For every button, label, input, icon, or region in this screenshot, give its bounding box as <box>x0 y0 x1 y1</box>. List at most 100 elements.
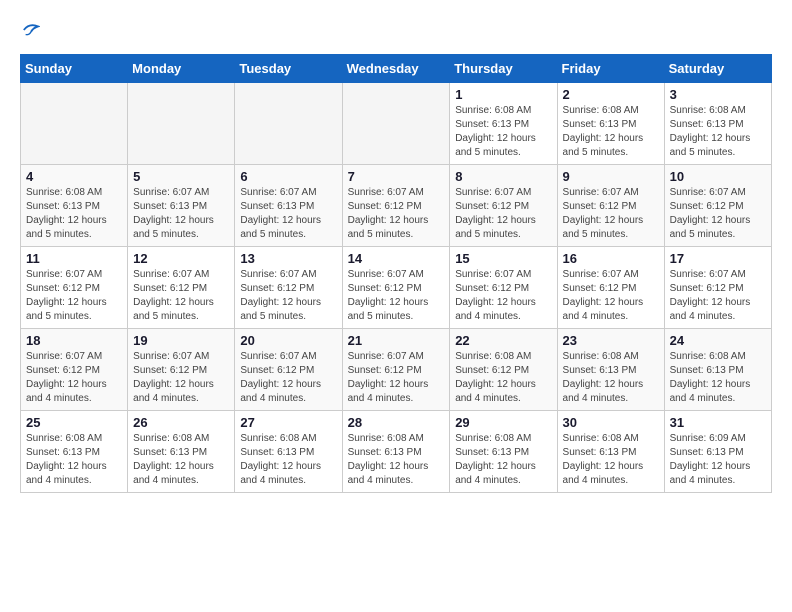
day-number: 14 <box>348 251 445 266</box>
calendar-cell: 19 Sunrise: 6:07 AM Sunset: 6:12 PM Dayli… <box>128 329 235 411</box>
day-info: Sunrise: 6:07 AM Sunset: 6:12 PM Dayligh… <box>455 186 551 242</box>
day-info: Sunrise: 6:08 AM Sunset: 6:13 PM Dayligh… <box>670 104 766 160</box>
day-number: 6 <box>240 169 336 184</box>
day-info: Sunrise: 6:08 AM Sunset: 6:13 PM Dayligh… <box>670 350 766 406</box>
calendar-week-row: 1 Sunrise: 6:08 AM Sunset: 6:13 PM Daylig… <box>21 83 772 165</box>
day-header-thursday: Thursday <box>450 55 557 83</box>
calendar-cell <box>235 83 342 165</box>
calendar-cell: 5 Sunrise: 6:07 AM Sunset: 6:13 PM Daylig… <box>128 165 235 247</box>
day-number: 22 <box>455 333 551 348</box>
day-number: 5 <box>133 169 229 184</box>
day-info: Sunrise: 6:08 AM Sunset: 6:13 PM Dayligh… <box>455 104 551 160</box>
day-info: Sunrise: 6:09 AM Sunset: 6:13 PM Dayligh… <box>670 432 766 488</box>
logo-bird-icon <box>22 21 40 39</box>
calendar-cell: 31 Sunrise: 6:09 AM Sunset: 6:13 PM Dayli… <box>664 411 771 493</box>
day-header-saturday: Saturday <box>664 55 771 83</box>
day-number: 17 <box>670 251 766 266</box>
day-number: 19 <box>133 333 229 348</box>
day-info: Sunrise: 6:07 AM Sunset: 6:12 PM Dayligh… <box>26 268 122 324</box>
day-number: 16 <box>563 251 659 266</box>
calendar-cell: 23Sunrise: 6:08 AM Sunset: 6:13 PM Dayli… <box>557 329 664 411</box>
day-info: Sunrise: 6:08 AM Sunset: 6:13 PM Dayligh… <box>563 432 659 488</box>
calendar-cell: 21 Sunrise: 6:07 AM Sunset: 6:12 PM Dayli… <box>342 329 450 411</box>
calendar-week-row: 4 Sunrise: 6:08 AM Sunset: 6:13 PM Daylig… <box>21 165 772 247</box>
calendar-cell: 25Sunrise: 6:08 AM Sunset: 6:13 PM Dayli… <box>21 411 128 493</box>
calendar-cell: 16 Sunrise: 6:07 AM Sunset: 6:12 PM Dayli… <box>557 247 664 329</box>
day-header-friday: Friday <box>557 55 664 83</box>
calendar-week-row: 25 Sunrise: 6:08 AM Sunset: 6:13 PM Dayli… <box>21 411 772 493</box>
logo <box>20 20 40 44</box>
day-info: Sunrise: 6:07 AM Sunset: 6:12 PM Dayligh… <box>348 350 445 406</box>
day-info: Sunrise: 6:08 AM Sunset: 6:13 PM Dayligh… <box>563 350 659 406</box>
day-info: Sunrise: 6:08 AM Sunset: 6:12 PM Dayligh… <box>455 350 551 406</box>
day-info: Sunrise: 6:07 AM Sunset: 6:12 PM Dayligh… <box>240 268 336 324</box>
calendar-cell: 17 Sunrise: 6:07 AM Sunset: 6:12 PM Dayli… <box>664 247 771 329</box>
day-number: 8 <box>455 169 551 184</box>
day-info: Sunrise: 6:07 AM Sunset: 6:13 PM Dayligh… <box>240 186 336 242</box>
day-number: 11 <box>26 251 122 266</box>
day-number: 27 <box>240 415 336 430</box>
day-number: 10 <box>670 169 766 184</box>
calendar-cell: 13 Sunrise: 6:07 AM Sunset: 6:12 PM Dayli… <box>235 247 342 329</box>
day-number: 12 <box>133 251 229 266</box>
day-number: 3 <box>670 87 766 102</box>
day-info: Sunrise: 6:08 AM Sunset: 6:13 PM Dayligh… <box>133 432 229 488</box>
calendar-cell: 18Sunrise: 6:07 AM Sunset: 6:12 PM Dayli… <box>21 329 128 411</box>
day-header-sunday: Sunday <box>21 55 128 83</box>
calendar-cell: 10 Sunrise: 6:07 AM Sunset: 6:12 PM Dayli… <box>664 165 771 247</box>
calendar-cell <box>21 83 128 165</box>
calendar-week-row: 11 Sunrise: 6:07 AM Sunset: 6:12 PM Dayli… <box>21 247 772 329</box>
calendar-cell <box>128 83 235 165</box>
calendar-cell: 15 Sunrise: 6:07 AM Sunset: 6:12 PM Dayli… <box>450 247 557 329</box>
day-info: Sunrise: 6:08 AM Sunset: 6:13 PM Dayligh… <box>240 432 336 488</box>
calendar-cell: 2Sunrise: 6:08 AM Sunset: 6:13 PM Daylig… <box>557 83 664 165</box>
day-info: Sunrise: 6:07 AM Sunset: 6:12 PM Dayligh… <box>455 268 551 324</box>
day-info: Sunrise: 6:08 AM Sunset: 6:13 PM Dayligh… <box>455 432 551 488</box>
day-info: Sunrise: 6:07 AM Sunset: 6:12 PM Dayligh… <box>348 268 445 324</box>
calendar-week-row: 18 Sunrise: 6:07 AM Sunset: 6:12 PM Dayli… <box>21 329 772 411</box>
calendar-cell: 11 Sunrise: 6:07 AM Sunset: 6:12 PM Dayli… <box>21 247 128 329</box>
day-number: 25 <box>26 415 122 430</box>
day-header-tuesday: Tuesday <box>235 55 342 83</box>
day-number: 18 <box>26 333 122 348</box>
day-info: Sunrise: 6:08 AM Sunset: 6:13 PM Dayligh… <box>348 432 445 488</box>
calendar-cell: 24 Sunrise: 6:08 AM Sunset: 6:13 PM Dayli… <box>664 329 771 411</box>
calendar-cell: 4 Sunrise: 6:08 AM Sunset: 6:13 PM Daylig… <box>21 165 128 247</box>
calendar-cell <box>342 83 450 165</box>
day-info: Sunrise: 6:08 AM Sunset: 6:13 PM Dayligh… <box>563 104 659 160</box>
day-info: Sunrise: 6:07 AM Sunset: 6:12 PM Dayligh… <box>133 350 229 406</box>
day-info: Sunrise: 6:07 AM Sunset: 6:12 PM Dayligh… <box>670 186 766 242</box>
day-number: 29 <box>455 415 551 430</box>
day-number: 4 <box>26 169 122 184</box>
day-info: Sunrise: 6:07 AM Sunset: 6:12 PM Dayligh… <box>563 268 659 324</box>
day-info: Sunrise: 6:07 AM Sunset: 6:12 PM Dayligh… <box>563 186 659 242</box>
day-number: 26 <box>133 415 229 430</box>
calendar-cell: 3 Sunrise: 6:08 AM Sunset: 6:13 PM Daylig… <box>664 83 771 165</box>
day-info: Sunrise: 6:07 AM Sunset: 6:12 PM Dayligh… <box>670 268 766 324</box>
calendar-cell: 14 Sunrise: 6:07 AM Sunset: 6:12 PM Dayli… <box>342 247 450 329</box>
day-number: 24 <box>670 333 766 348</box>
calendar-cell: 6 Sunrise: 6:07 AM Sunset: 6:13 PM Daylig… <box>235 165 342 247</box>
calendar-header-row: SundayMondayTuesdayWednesdayThursdayFrid… <box>21 55 772 83</box>
calendar-cell: 8 Sunrise: 6:07 AM Sunset: 6:12 PM Daylig… <box>450 165 557 247</box>
calendar-cell: 9 Sunrise: 6:07 AM Sunset: 6:12 PM Daylig… <box>557 165 664 247</box>
day-number: 30 <box>563 415 659 430</box>
calendar-cell: 27 Sunrise: 6:08 AM Sunset: 6:13 PM Dayli… <box>235 411 342 493</box>
day-number: 9 <box>563 169 659 184</box>
calendar-cell: 12Sunrise: 6:07 AM Sunset: 6:12 PM Dayli… <box>128 247 235 329</box>
day-info: Sunrise: 6:07 AM Sunset: 6:12 PM Dayligh… <box>240 350 336 406</box>
calendar-cell: 20Sunrise: 6:07 AM Sunset: 6:12 PM Dayli… <box>235 329 342 411</box>
day-info: Sunrise: 6:07 AM Sunset: 6:12 PM Dayligh… <box>348 186 445 242</box>
day-info: Sunrise: 6:07 AM Sunset: 6:13 PM Dayligh… <box>133 186 229 242</box>
calendar-cell: 1 Sunrise: 6:08 AM Sunset: 6:13 PM Daylig… <box>450 83 557 165</box>
day-number: 28 <box>348 415 445 430</box>
day-number: 15 <box>455 251 551 266</box>
calendar-cell: 7Sunrise: 6:07 AM Sunset: 6:12 PM Daylig… <box>342 165 450 247</box>
calendar-cell: 29 Sunrise: 6:08 AM Sunset: 6:13 PM Dayli… <box>450 411 557 493</box>
day-number: 31 <box>670 415 766 430</box>
day-info: Sunrise: 6:08 AM Sunset: 6:13 PM Dayligh… <box>26 186 122 242</box>
day-number: 13 <box>240 251 336 266</box>
day-number: 1 <box>455 87 551 102</box>
day-number: 21 <box>348 333 445 348</box>
calendar-cell: 22 Sunrise: 6:08 AM Sunset: 6:12 PM Dayli… <box>450 329 557 411</box>
